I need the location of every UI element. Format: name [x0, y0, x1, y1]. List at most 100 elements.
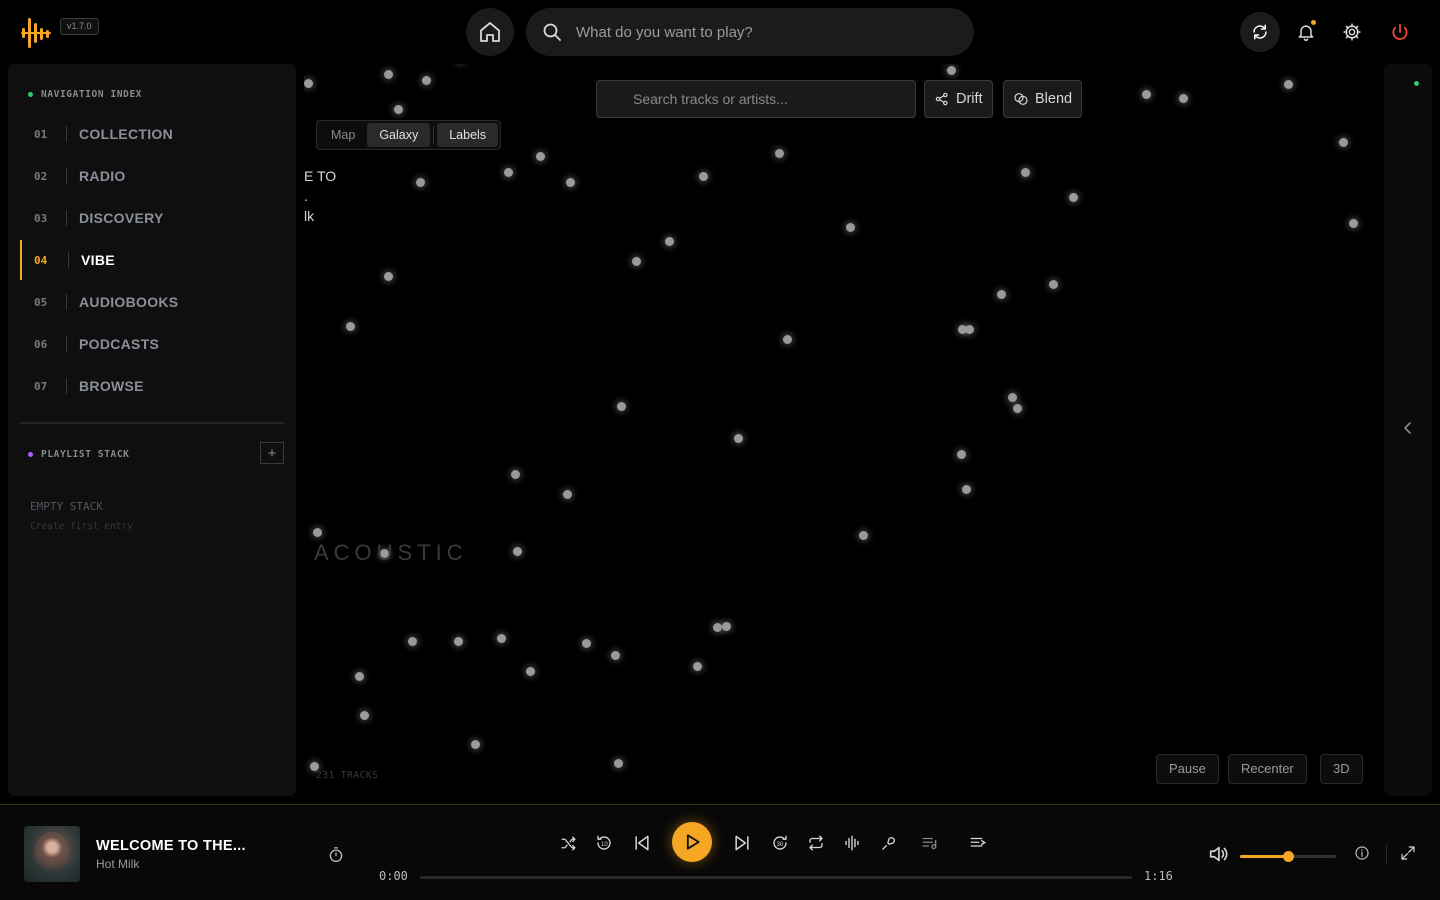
- waveform-icon[interactable]: [840, 831, 864, 855]
- track-node[interactable]: [617, 402, 626, 411]
- sidebar-item-podcasts[interactable]: 06 PODCASTS: [20, 324, 284, 364]
- chevron-left-icon[interactable]: [1400, 420, 1416, 436]
- blend-button[interactable]: Blend: [1003, 80, 1083, 118]
- track-node[interactable]: [304, 79, 313, 88]
- track-node[interactable]: [536, 152, 545, 161]
- settings-button[interactable]: [1332, 12, 1372, 52]
- track-node[interactable]: [958, 325, 967, 334]
- track-node[interactable]: [526, 667, 535, 676]
- expand-icon[interactable]: [1400, 845, 1416, 866]
- track-node[interactable]: [355, 672, 364, 681]
- track-node[interactable]: [394, 105, 403, 114]
- track-node[interactable]: [511, 470, 520, 479]
- track-node[interactable]: [471, 740, 480, 749]
- track-artist[interactable]: Hot Milk: [96, 857, 139, 871]
- labels-toggle[interactable]: Labels: [437, 123, 499, 147]
- svg-text:30: 30: [777, 842, 784, 848]
- playlist-icon[interactable]: [918, 831, 942, 855]
- previous-icon[interactable]: [630, 831, 654, 855]
- track-node[interactable]: [665, 237, 674, 246]
- track-node[interactable]: [384, 272, 393, 281]
- notifications-button[interactable]: [1286, 12, 1326, 52]
- track-node[interactable]: [497, 634, 506, 643]
- track-node[interactable]: [360, 711, 369, 720]
- global-search-input[interactable]: What do you want to play?: [526, 8, 974, 56]
- track-node[interactable]: [1013, 404, 1022, 413]
- track-node[interactable]: [1021, 168, 1030, 177]
- track-node[interactable]: [384, 70, 393, 79]
- track-node[interactable]: [632, 257, 641, 266]
- sidebar-item-vibe[interactable]: 04 VIBE: [20, 240, 284, 280]
- sidebar-item-audiobooks[interactable]: 05 AUDIOBOOKS: [20, 282, 284, 322]
- track-node[interactable]: [783, 335, 792, 344]
- track-node[interactable]: [563, 490, 572, 499]
- track-node[interactable]: [846, 223, 855, 232]
- track-node[interactable]: [775, 149, 784, 158]
- track-node[interactable]: [408, 637, 417, 646]
- lyrics-icon[interactable]: [876, 831, 900, 855]
- queue-icon[interactable]: [966, 831, 990, 855]
- track-node[interactable]: [947, 66, 956, 75]
- pause-button[interactable]: Pause: [1156, 754, 1219, 784]
- track-node[interactable]: [1069, 193, 1078, 202]
- album-art[interactable]: [24, 826, 80, 882]
- sidebar-item-radio[interactable]: 02 RADIO: [20, 156, 284, 196]
- sidebar-item-browse[interactable]: 07 BROWSE: [20, 366, 284, 406]
- nav-number: 05: [34, 295, 48, 309]
- timer-icon[interactable]: [327, 846, 345, 869]
- track-node[interactable]: [722, 622, 731, 631]
- track-node[interactable]: [1179, 94, 1188, 103]
- track-node[interactable]: [699, 172, 708, 181]
- track-node[interactable]: [1008, 393, 1017, 402]
- track-node[interactable]: [962, 485, 971, 494]
- track-node[interactable]: [582, 639, 591, 648]
- drift-button[interactable]: Drift: [924, 80, 993, 118]
- tab-galaxy[interactable]: Galaxy: [367, 123, 431, 147]
- track-node[interactable]: [1339, 138, 1348, 147]
- volume-icon[interactable]: [1207, 843, 1229, 870]
- track-node[interactable]: [513, 547, 522, 556]
- repeat-icon[interactable]: [804, 831, 828, 855]
- track-node[interactable]: [313, 528, 322, 537]
- track-node[interactable]: [1142, 90, 1151, 99]
- shuffle-icon[interactable]: [556, 831, 580, 855]
- next-icon[interactable]: [730, 831, 754, 855]
- sidebar-item-discovery[interactable]: 03 DISCOVERY: [20, 198, 284, 238]
- track-node[interactable]: [346, 322, 355, 331]
- track-node[interactable]: [1049, 280, 1058, 289]
- track-node[interactable]: [734, 434, 743, 443]
- sidebar-item-collection[interactable]: 01 COLLECTION: [20, 114, 284, 154]
- track-node[interactable]: [454, 637, 463, 646]
- forward-30-icon[interactable]: 30: [768, 831, 792, 855]
- equalizer-logo-icon[interactable]: [18, 14, 54, 50]
- add-playlist-button[interactable]: +: [260, 442, 284, 464]
- track-node[interactable]: [416, 178, 425, 187]
- recenter-button[interactable]: Recenter: [1228, 754, 1307, 784]
- power-button[interactable]: [1380, 12, 1420, 52]
- home-button[interactable]: [466, 8, 514, 56]
- progress-bar[interactable]: [420, 876, 1132, 879]
- tab-map[interactable]: Map: [319, 123, 367, 147]
- sync-button[interactable]: [1240, 12, 1280, 52]
- track-node[interactable]: [611, 651, 620, 660]
- track-node[interactable]: [566, 178, 575, 187]
- track-search-input[interactable]: Search tracks or artists...: [596, 80, 916, 118]
- track-node[interactable]: [614, 759, 623, 768]
- play-button[interactable]: [672, 822, 712, 862]
- info-icon[interactable]: [1354, 845, 1370, 866]
- volume-knob[interactable]: [1283, 851, 1294, 862]
- track-node[interactable]: [859, 531, 868, 540]
- track-node[interactable]: [997, 290, 1006, 299]
- rewind-10-icon[interactable]: 10: [592, 831, 616, 855]
- track-node[interactable]: [713, 623, 722, 632]
- track-node[interactable]: [504, 168, 513, 177]
- track-node[interactable]: [1349, 219, 1358, 228]
- track-node[interactable]: [422, 76, 431, 85]
- volume-slider[interactable]: [1240, 851, 1336, 862]
- track-node[interactable]: [1284, 80, 1293, 89]
- vibe-galaxy-canvas[interactable]: E TO . lk ACOUSTIC 231 TRACKS Map Galaxy…: [304, 64, 1376, 800]
- track-title[interactable]: WELCOME TO THE...: [96, 838, 246, 854]
- 3d-toggle-button[interactable]: 3D: [1320, 754, 1363, 784]
- track-node[interactable]: [693, 662, 702, 671]
- track-node[interactable]: [957, 450, 966, 459]
